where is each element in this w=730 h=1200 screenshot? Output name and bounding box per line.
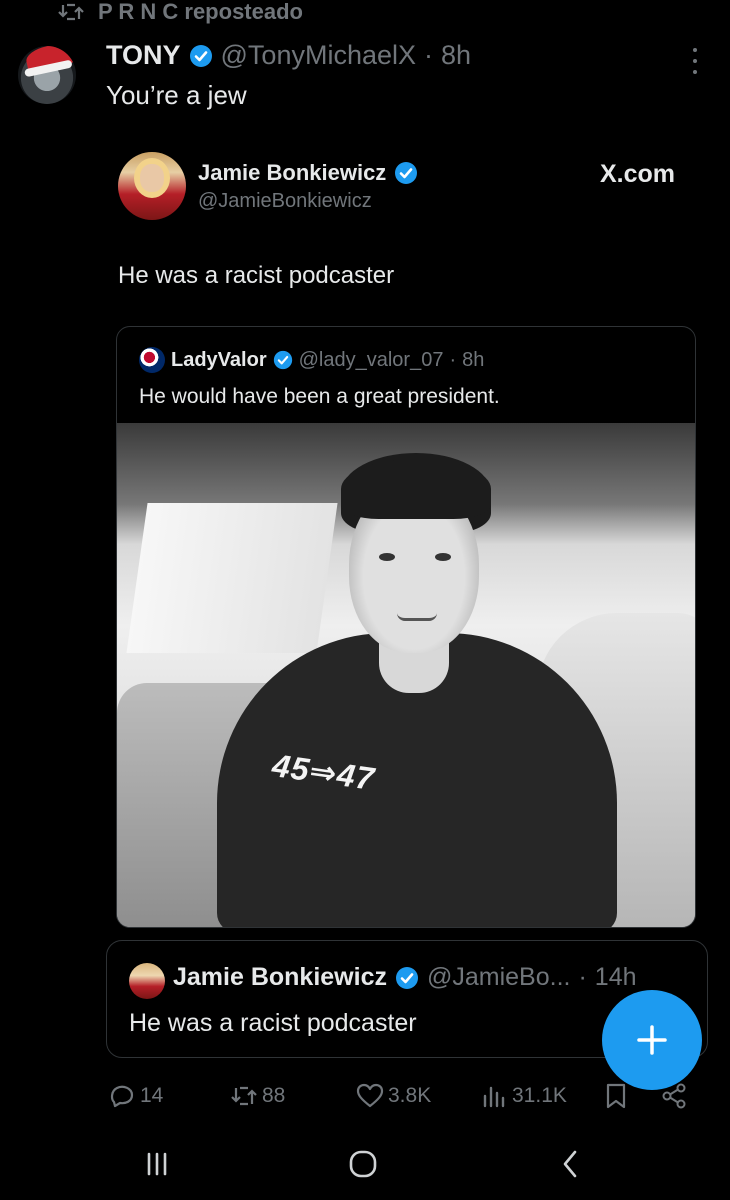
verified-badge-icon — [395, 966, 418, 989]
author-avatar[interactable] — [18, 46, 76, 104]
verified-badge-icon — [395, 162, 418, 184]
repost-indicator: P R N C reposteado — [58, 0, 303, 24]
quoted-post-time: 8h — [462, 348, 485, 371]
heart-icon — [356, 1083, 384, 1108]
back-button[interactable] — [546, 1144, 596, 1184]
repost-icon — [231, 1086, 257, 1106]
post-photo: 45⇒47 — [117, 423, 695, 927]
system-nav-bar — [0, 1130, 730, 1200]
repost-icon — [58, 3, 84, 21]
share-button[interactable] — [660, 1082, 688, 1110]
views-button[interactable]: 31.1K — [480, 1082, 567, 1110]
reply-icon — [110, 1085, 134, 1108]
embedded-author-handle: @JamieBonkiewicz — [198, 190, 372, 212]
back-icon — [563, 1150, 577, 1178]
recent-apps-icon — [147, 1152, 167, 1176]
santa-hat — [24, 46, 74, 73]
repost-label: P R N C reposteado — [98, 0, 303, 24]
home-icon — [349, 1150, 377, 1178]
separator-dot: · — [424, 40, 434, 70]
post-text: You’re a jew — [106, 80, 247, 110]
bookmark-button[interactable] — [602, 1082, 630, 1110]
post-header: TONY @TonyMichaelX · 8h — [106, 40, 471, 71]
author-name[interactable]: TONY — [106, 40, 181, 71]
share-icon — [662, 1083, 686, 1109]
separator-dot: · — [578, 963, 587, 991]
embedded-quote-card: LadyValor @lady_valor_07 · 8h He would h… — [116, 326, 696, 928]
quoted-author-row: LadyValor @lady_valor_07 · 8h — [139, 347, 484, 373]
reply-count: 14 — [140, 1084, 164, 1107]
quoted-post-time: 14h — [594, 963, 637, 991]
quoted-post-author-name: Jamie Bonkiewicz — [173, 963, 387, 991]
x-com-label: X.com — [600, 160, 676, 188]
quoted-post-avatar — [129, 963, 165, 999]
like-button[interactable]: 3.8K — [356, 1082, 431, 1110]
author-handle[interactable]: @TonyMichaelX — [221, 40, 417, 71]
bookmark-icon — [606, 1083, 626, 1109]
action-bar: 14 88 3.8K 31.1K — [108, 1082, 708, 1114]
quoted-author-name: LadyValor — [171, 348, 267, 371]
embedded-author-avatar — [118, 152, 186, 220]
plus-icon — [637, 1025, 667, 1055]
quoted-post-author-handle: @JamieBo... — [426, 963, 571, 991]
post-time[interactable]: 8h — [441, 40, 471, 71]
compose-button[interactable] — [602, 990, 702, 1090]
more-vertical-icon[interactable] — [690, 48, 700, 74]
views-icon — [483, 1086, 505, 1108]
home-button[interactable] — [338, 1144, 388, 1184]
verified-badge-icon — [273, 350, 292, 370]
repost-button[interactable]: 88 — [230, 1082, 285, 1110]
views-count: 31.1K — [512, 1084, 567, 1107]
quoted-post-text: He would have been a great president. — [139, 385, 500, 408]
embedded-post-text: He was a racist podcaster — [118, 262, 395, 289]
verified-badge-icon — [189, 44, 212, 67]
quoted-author-handle: @lady_valor_07 — [298, 348, 444, 371]
embedded-author-row: Jamie Bonkiewicz — [198, 160, 418, 186]
separator-dot: · — [449, 348, 457, 371]
quoted-post-header: Jamie Bonkiewicz @JamieBo... · 14h — [173, 963, 637, 992]
quoted-author-avatar — [139, 347, 165, 373]
recent-apps-button[interactable] — [132, 1144, 182, 1184]
embedded-author-name: Jamie Bonkiewicz — [198, 160, 387, 185]
repost-count: 88 — [262, 1084, 286, 1107]
like-count: 3.8K — [388, 1084, 432, 1107]
reply-button[interactable]: 14 — [108, 1082, 163, 1110]
quoted-post-text: He was a racist podcaster — [129, 1009, 417, 1037]
